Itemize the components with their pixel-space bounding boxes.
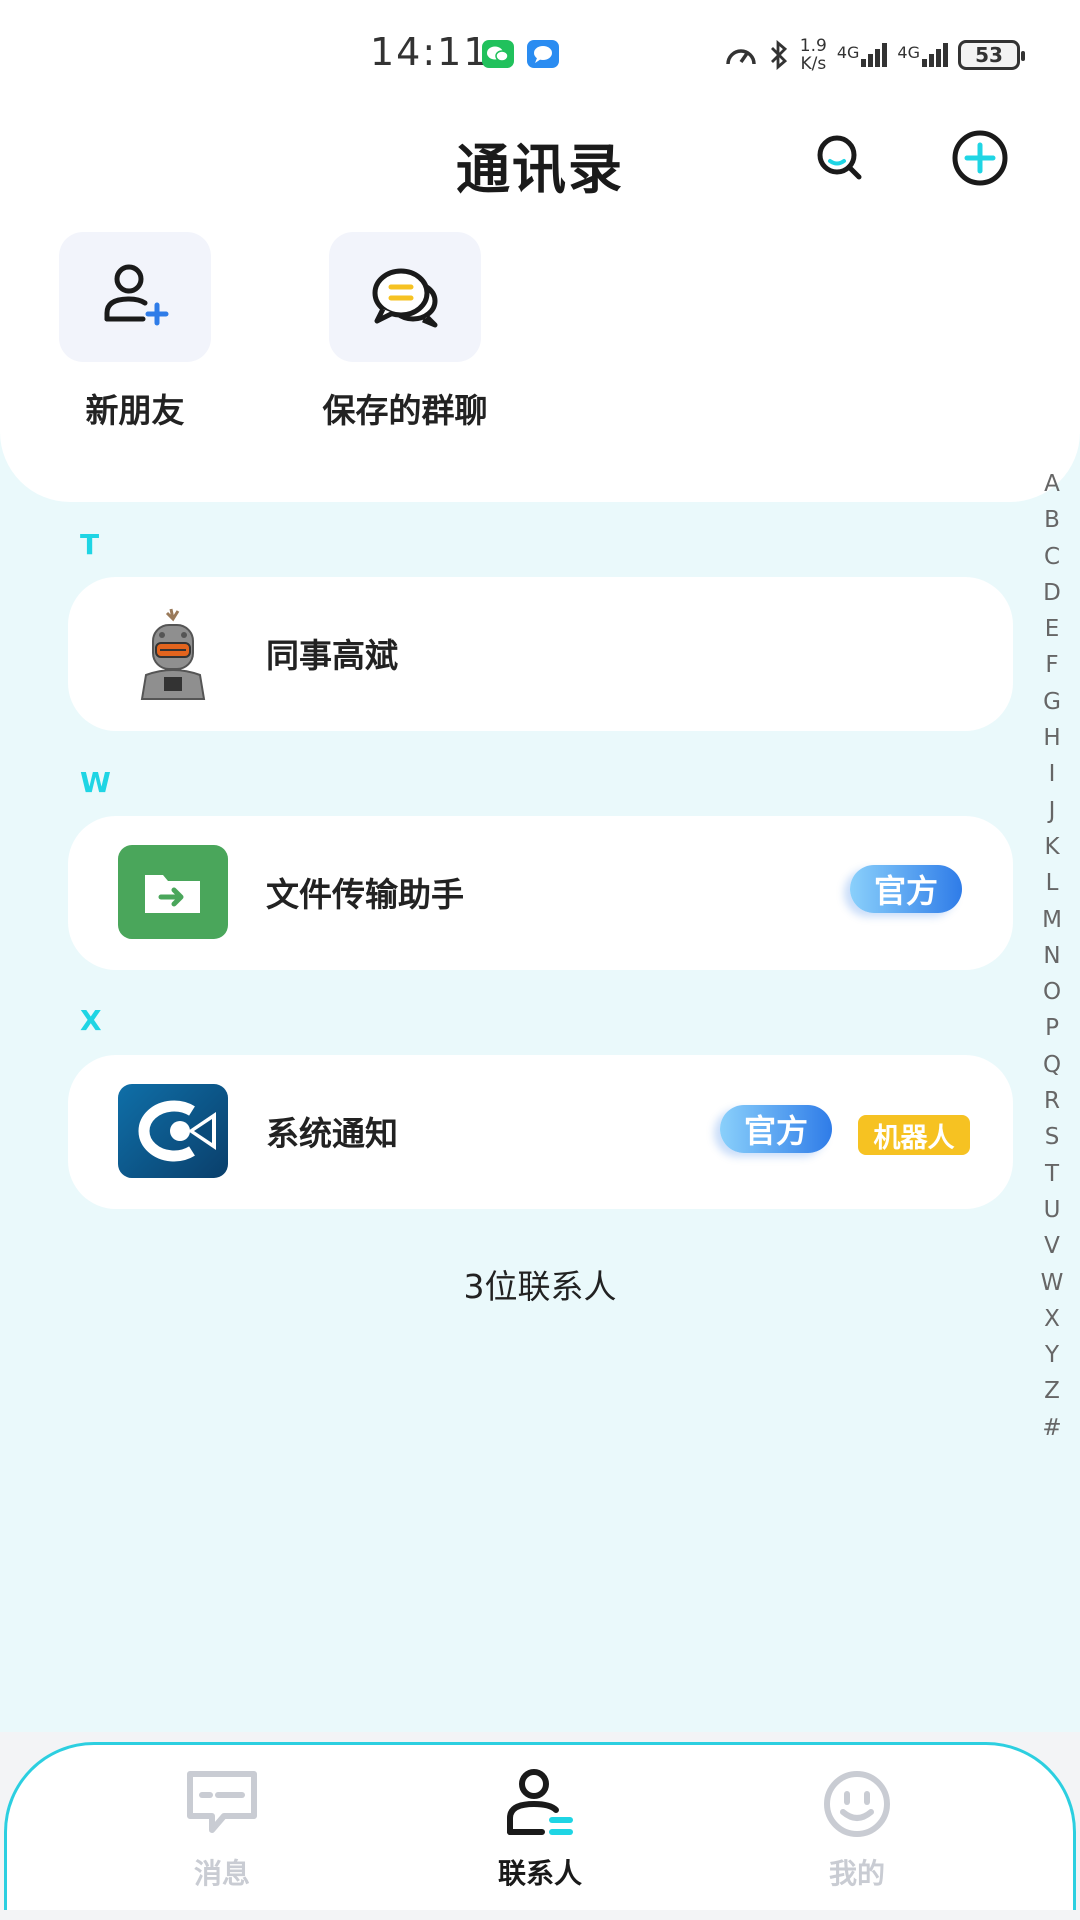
contact-count: 3位联系人 [463, 1267, 617, 1306]
alphabet-index-letter[interactable]: Z [1044, 1373, 1060, 1409]
system-notice-avatar [118, 1084, 228, 1178]
contact-name: 系统通知 [266, 1114, 398, 1153]
quick-tile [59, 232, 211, 362]
alphabet-index-letter[interactable]: A [1044, 466, 1060, 502]
section-letter-x: X [80, 1004, 102, 1037]
contact-name: 同事高斌 [266, 636, 398, 675]
contacts-tab-icon [507, 1769, 573, 1835]
alphabet-index-letter[interactable]: I [1049, 756, 1056, 792]
tag-official: 官方 [850, 865, 962, 913]
alphabet-index-letter[interactable]: E [1045, 611, 1060, 647]
system-logo-icon [138, 1100, 216, 1162]
page-title: 通讯录 [456, 138, 624, 201]
tag-official: 官方 [720, 1105, 832, 1153]
speed-icon [726, 49, 756, 65]
top-card: 通讯录 新朋友 保存的群聊 [0, 110, 1080, 502]
alphabet-index-letter[interactable]: O [1043, 974, 1061, 1010]
message-icon [527, 40, 559, 68]
contact-name: 文件传输助手 [266, 875, 464, 914]
add-icon[interactable] [950, 128, 1010, 188]
wechat-icon [482, 40, 514, 68]
alphabet-index-letter[interactable]: # [1042, 1410, 1061, 1446]
alphabet-index-letter[interactable]: M [1042, 902, 1062, 938]
tag-robot: 机器人 [858, 1115, 970, 1155]
alphabet-index-letter[interactable]: G [1043, 684, 1061, 720]
group-chat-icon [372, 268, 438, 328]
tab-profile[interactable]: 我的 [757, 1768, 957, 1892]
signal-indicator-2: 4G [897, 43, 948, 67]
quick-action-new-friends[interactable]: 新朋友 [30, 232, 240, 432]
quick-action-label: 新朋友 [85, 391, 185, 430]
message-tab-icon [187, 1771, 257, 1833]
alphabet-index-letter[interactable]: B [1044, 502, 1060, 538]
alphabet-index-letter[interactable]: C [1044, 539, 1060, 575]
alphabet-index-letter[interactable]: R [1044, 1083, 1060, 1119]
contact-item[interactable]: 系统通知 官方 机器人 [68, 1055, 1013, 1209]
signal-indicator-1: 4G [837, 43, 888, 67]
alphabet-index-letter[interactable]: T [1045, 1156, 1059, 1192]
quick-action-label: 保存的群聊 [322, 391, 488, 430]
alphabet-index-letter[interactable]: H [1043, 720, 1060, 756]
alphabet-index-letter[interactable]: U [1044, 1192, 1061, 1228]
alphabet-index-letter[interactable]: Y [1045, 1337, 1059, 1373]
alphabet-index-letter[interactable]: F [1045, 647, 1058, 683]
tab-label: 消息 [193, 1857, 250, 1890]
profile-tab-icon [824, 1771, 890, 1837]
status-bar: 14:11 1.9 K/s 4G 4G 53 [0, 0, 1080, 110]
tab-label: 联系人 [497, 1857, 582, 1890]
tab-label: 我的 [828, 1857, 885, 1890]
alphabet-index-letter[interactable]: J [1049, 793, 1056, 829]
status-time: 14:11 [370, 30, 490, 74]
folder-transfer-icon [145, 875, 200, 913]
alphabet-index-letter[interactable]: Q [1043, 1047, 1061, 1083]
avatar [118, 605, 228, 701]
battery-indicator: 53 [958, 40, 1025, 70]
alphabet-index-letter[interactable]: D [1043, 575, 1061, 611]
contact-item[interactable]: 同事高斌 [68, 577, 1013, 731]
quick-tile [329, 232, 481, 362]
bluetooth-icon [770, 40, 787, 70]
tab-messages[interactable]: 消息 [122, 1768, 322, 1892]
net-speed: 1.9 K/s [799, 36, 827, 74]
file-transfer-avatar [118, 845, 228, 939]
alphabet-index-letter[interactable]: S [1045, 1119, 1060, 1155]
alphabet-index-letter[interactable]: L [1046, 865, 1059, 901]
search-icon[interactable] [810, 128, 870, 188]
add-friend-icon [104, 264, 169, 326]
section-letter-t: T [80, 528, 100, 561]
contact-item[interactable]: 文件传输助手 官方 [68, 816, 1013, 970]
section-letter-w: W [80, 766, 111, 799]
alphabet-index-letter[interactable]: P [1045, 1010, 1059, 1046]
alphabet-index-letter[interactable]: K [1044, 829, 1059, 865]
tab-contacts[interactable]: 联系人 [440, 1768, 640, 1892]
status-indicators: 1.9 K/s 4G 4G 53 [724, 30, 1025, 80]
alphabet-index-letter[interactable]: N [1043, 938, 1060, 974]
quick-action-saved-groups[interactable]: 保存的群聊 [300, 232, 510, 432]
